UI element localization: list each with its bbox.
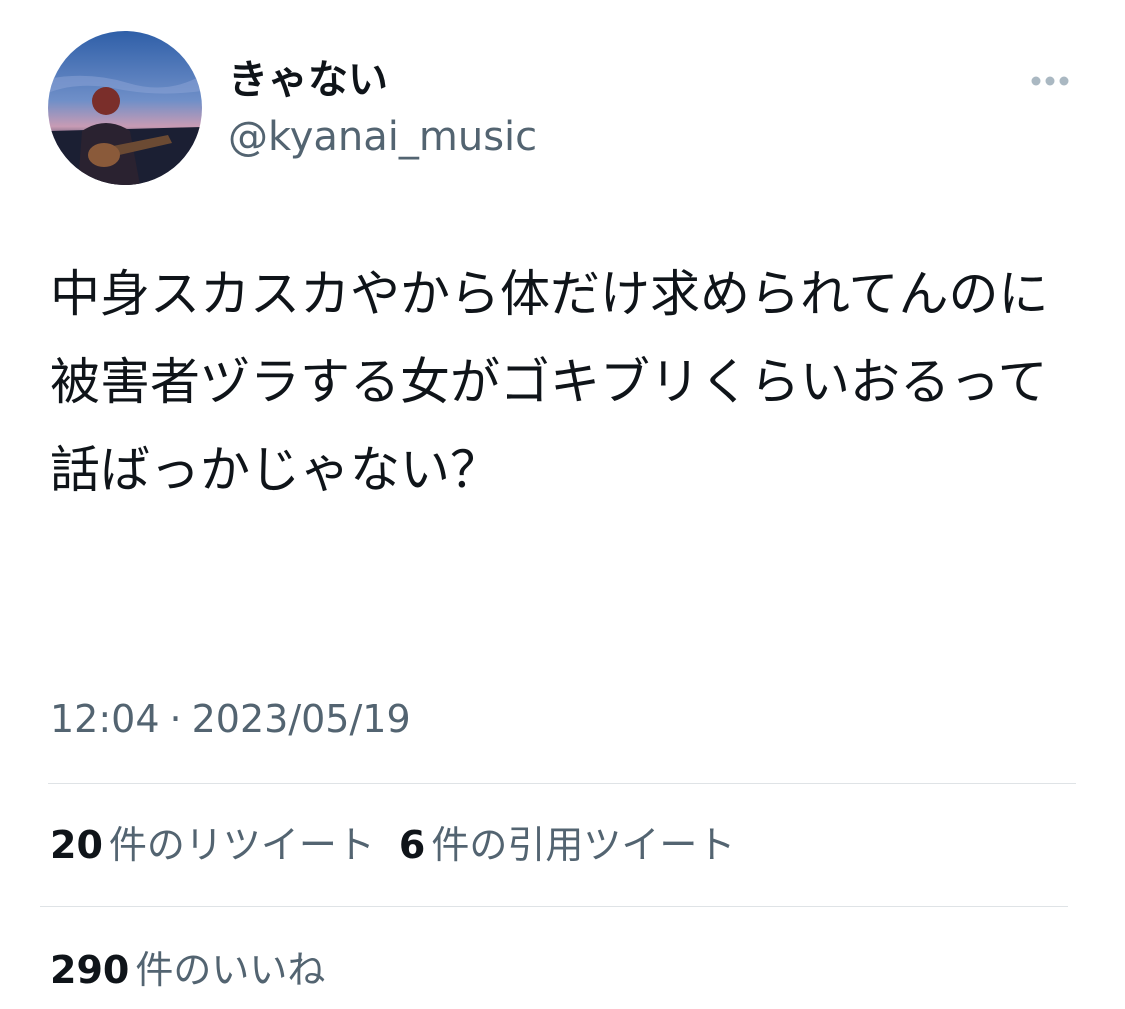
- tweet-detail: きゃない @kyanai_music 中身スカスカやから体だけ求められてんのに被…: [0, 0, 1125, 1009]
- profile-photo-icon: [48, 31, 202, 185]
- more-options-icon[interactable]: [1028, 66, 1072, 96]
- divider: [48, 783, 1076, 784]
- tweet-time: 12:04: [50, 697, 160, 741]
- divider: [40, 906, 1068, 907]
- likes-count: 290: [50, 948, 130, 992]
- likes-stats: 290 件のいいね: [50, 945, 349, 995]
- tweet-date: 2023/05/19: [191, 697, 411, 741]
- timestamp[interactable]: 12:04 · 2023/05/19: [50, 693, 411, 745]
- retweets-label: 件のリツイート: [108, 823, 375, 867]
- retweets-count: 20: [50, 823, 103, 867]
- display-name[interactable]: きゃない: [228, 55, 388, 105]
- avatar[interactable]: [48, 31, 202, 185]
- timestamp-separator: ·: [169, 697, 182, 741]
- retweets-stat[interactable]: 20 件のリツイート: [50, 820, 375, 870]
- quote-tweets-label: 件の引用ツイート: [431, 823, 736, 867]
- quote-tweets-count: 6: [398, 823, 426, 867]
- tweet-text: 中身スカスカやから体だけ求められてんのに被害者ヅラする女がゴキブリくらいおるって…: [50, 265, 1049, 499]
- user-handle[interactable]: @kyanai_music: [228, 112, 537, 162]
- quote-tweets-stat[interactable]: 6 件の引用ツイート: [399, 820, 735, 870]
- likes-label: 件のいいね: [135, 948, 326, 992]
- likes-stat[interactable]: 290 件のいいね: [50, 945, 325, 995]
- engagement-stats: 20 件のリツイート 6 件の引用ツイート: [50, 820, 759, 870]
